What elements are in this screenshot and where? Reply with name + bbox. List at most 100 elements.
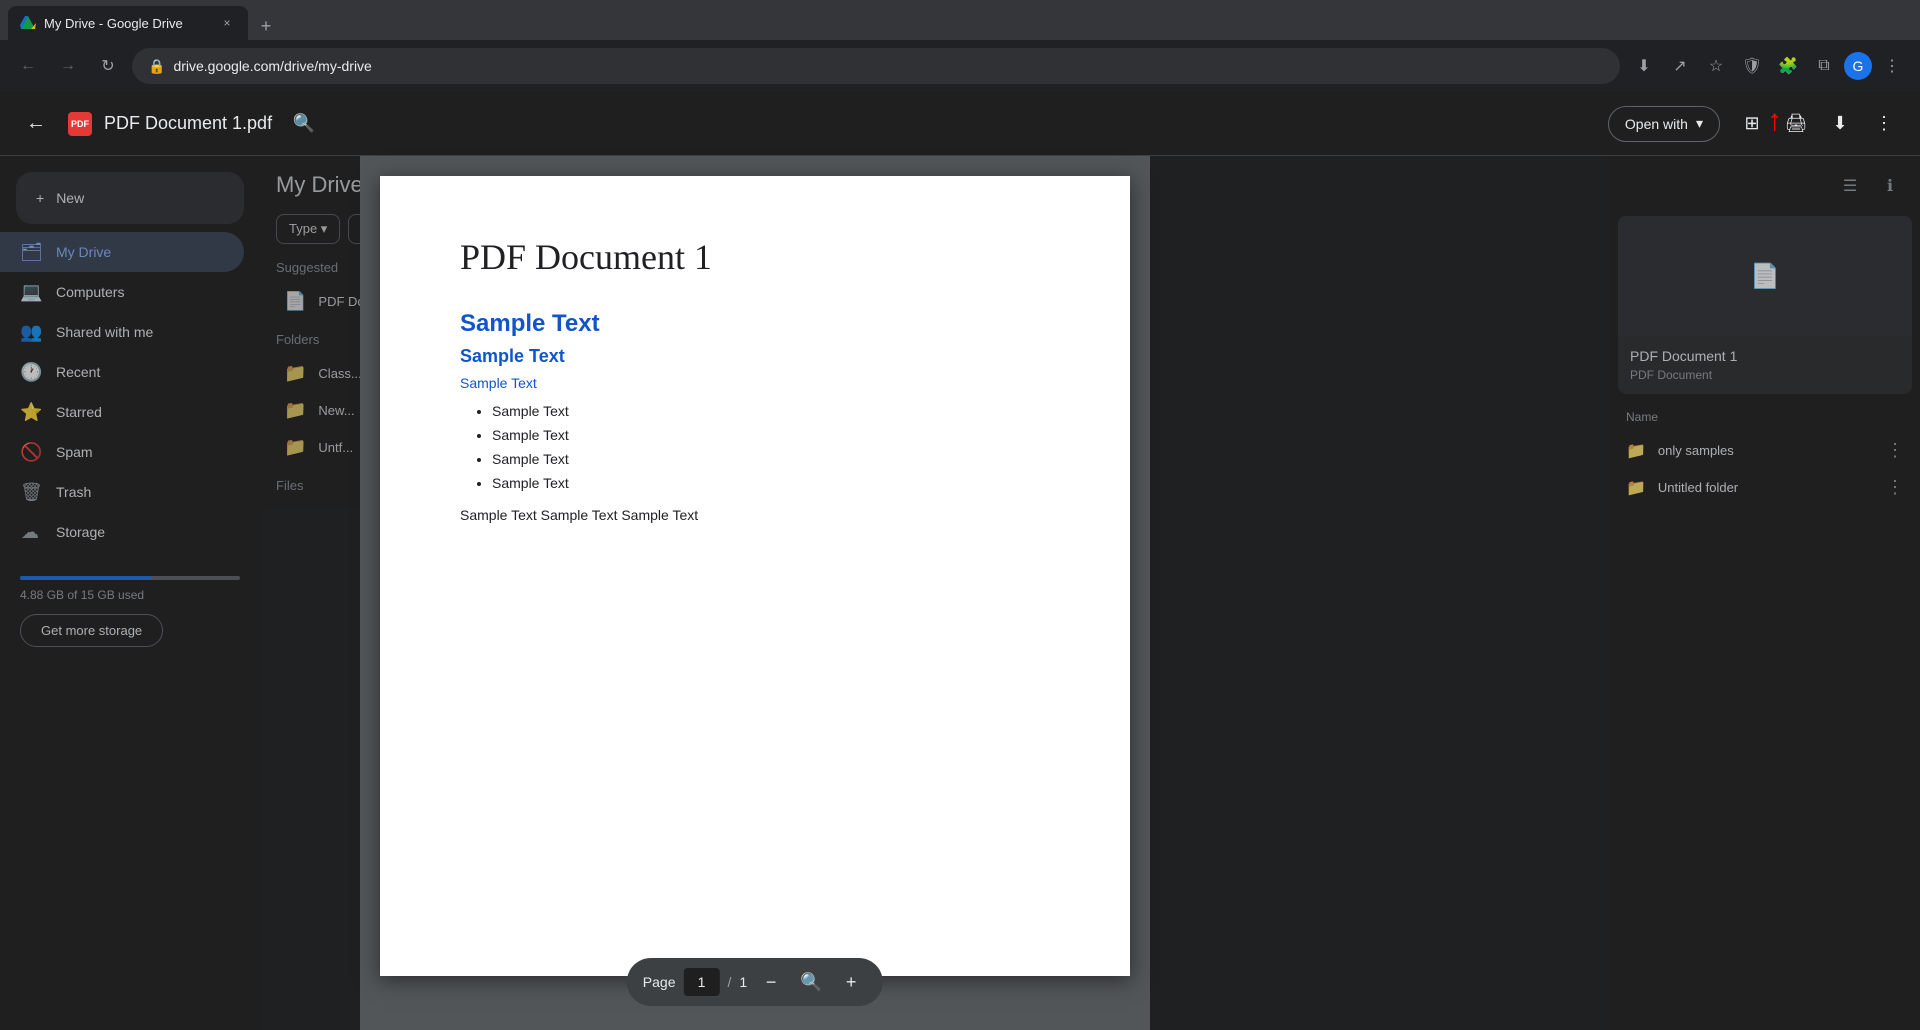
file-card-preview: 📄 <box>1618 216 1912 336</box>
pdf-viewer: PDF Document 1 Sample Text Sample Text S… <box>360 156 1150 1030</box>
lock-icon: 🔒 <box>148 58 165 75</box>
file-card-name: PDF Document 1 <box>1630 348 1900 364</box>
extensions-icon[interactable]: 🧩 <box>1772 50 1804 82</box>
sidebar-label-recent: Recent <box>56 364 100 380</box>
folder-icon-1: 📁 <box>284 363 306 384</box>
storage-text: 4.88 GB of 15 GB used <box>20 588 240 602</box>
right-folder-1[interactable]: 📁 only samples ⋮ <box>1618 432 1912 469</box>
list-item: Sample Text <box>492 427 1050 443</box>
folder-name-1: Class... <box>318 366 361 381</box>
trash-icon: 🗑 <box>20 482 40 503</box>
more-options-button[interactable]: ⋮ <box>1864 104 1904 144</box>
app-bar-actions: ⊞ 🖨 ⬇ ⋮ <box>1732 104 1904 144</box>
new-tab-button[interactable]: + <box>252 12 280 40</box>
right-folder-icon-2: 📁 <box>1626 478 1646 498</box>
spam-icon: 🚫 <box>20 442 40 463</box>
print-button[interactable]: 🖨 <box>1776 104 1816 144</box>
open-with-button[interactable]: Open with ▾ <box>1608 106 1720 142</box>
pdf-heading-1: Sample Text <box>460 310 1050 338</box>
right-folder-name-2: Untitled folder <box>1658 480 1738 495</box>
share-icon[interactable]: ↗ <box>1664 50 1696 82</box>
right-folder-2[interactable]: 📁 Untitled folder ⋮ <box>1618 469 1912 506</box>
right-folders-label: Name <box>1618 406 1912 428</box>
tab-title: My Drive - Google Drive <box>44 16 210 31</box>
preview-pdf-icon: 📄 <box>1750 262 1780 291</box>
file-title: PDF Document 1.pdf <box>104 113 272 134</box>
back-button[interactable]: ← <box>12 50 44 82</box>
browser-chrome: My Drive - Google Drive × + ← → ↻ 🔒 driv… <box>0 0 1920 92</box>
sidebar-item-my-drive[interactable]: 🗂 My Drive <box>0 232 244 272</box>
sidebar-item-computers[interactable]: 💻 Computers <box>0 272 244 312</box>
pdf-list: Sample Text Sample Text Sample Text Samp… <box>492 403 1050 491</box>
sidebar-label-computers: Computers <box>56 284 124 300</box>
shared-icon: 👥 <box>20 322 40 343</box>
sidebar-item-recent[interactable]: 🕐 Recent <box>0 352 244 392</box>
sidebar-item-spam[interactable]: 🚫 Spam <box>0 432 244 472</box>
refresh-button[interactable]: ↻ <box>92 50 124 82</box>
browser-menu-icon[interactable]: ⋮ <box>1876 50 1908 82</box>
open-with-label: Open with <box>1625 116 1688 132</box>
right-folder-more-2[interactable]: ⋮ <box>1886 477 1904 498</box>
sidebar-label-storage: Storage <box>56 524 105 540</box>
right-folder-name-1: only samples <box>1658 443 1734 458</box>
type-filter[interactable]: Type ▾ <box>276 214 340 244</box>
user-avatar[interactable]: G <box>1844 52 1872 80</box>
tab-close-button[interactable]: × <box>218 14 236 32</box>
tab-bar: My Drive - Google Drive × + <box>0 0 1920 40</box>
zoom-out-button[interactable]: − <box>755 966 787 998</box>
page-separator: / <box>728 974 732 990</box>
active-tab[interactable]: My Drive - Google Drive × <box>8 6 248 40</box>
storage-icon: ☁ <box>20 522 40 543</box>
storage-bar <box>20 576 240 580</box>
app-bar: ← PDF PDF Document 1.pdf 🔍 Open with ▾ ⊞… <box>0 92 1920 156</box>
right-folder-icon-1: 📁 <box>1626 441 1646 461</box>
sidebar-item-starred[interactable]: ⭐ Starred <box>0 392 244 432</box>
chevron-down-icon: ▾ <box>1696 115 1703 132</box>
sidebar-label-trash: Trash <box>56 484 91 500</box>
address-input[interactable]: 🔒 drive.google.com/drive/my-drive <box>132 48 1620 84</box>
browser-toolbar-right: ⬇ ↗ ☆ 🛡 🧩 ⧉ G ⋮ <box>1628 50 1908 82</box>
info-icon[interactable]: ℹ <box>1872 168 1908 204</box>
bookmark-icon[interactable]: ☆ <box>1700 50 1732 82</box>
present-button[interactable]: ⊞ <box>1732 104 1772 144</box>
list-item: Sample Text <box>492 451 1050 467</box>
page-number-input[interactable] <box>684 968 720 996</box>
sidebar-label-starred: Starred <box>56 404 102 420</box>
my-drive-icon: 🗂 <box>20 242 40 263</box>
sidebar-label-spam: Spam <box>56 444 93 460</box>
folder-icon-3: 📁 <box>284 437 306 458</box>
sidebar-label-shared: Shared with me <box>56 324 153 340</box>
file-card-info: PDF Document 1 PDF Document <box>1618 336 1912 394</box>
pdf-body-text: Sample Text Sample Text Sample Text <box>460 507 1050 523</box>
sidebar-label-my-drive: My Drive <box>56 244 111 260</box>
computers-icon: 💻 <box>20 282 40 303</box>
right-folder-more-1[interactable]: ⋮ <box>1886 440 1904 461</box>
zoom-in-button[interactable]: + <box>835 966 867 998</box>
search-button[interactable]: 🔍 <box>284 104 324 144</box>
page-label: Page <box>643 974 676 990</box>
new-button[interactable]: + New <box>16 172 244 224</box>
folder-icon-2: 📁 <box>284 400 306 421</box>
forward-button[interactable]: → <box>52 50 84 82</box>
new-label: New <box>56 190 84 206</box>
sidebar-item-trash[interactable]: 🗑 Trash <box>0 472 244 512</box>
address-text: drive.google.com/drive/my-drive <box>173 58 371 74</box>
list-item: Sample Text <box>492 475 1050 491</box>
folder-name-2: New... <box>318 403 354 418</box>
download-page-icon[interactable]: ⬇ <box>1628 50 1660 82</box>
shield-icon[interactable]: 🛡 <box>1736 50 1768 82</box>
download-button[interactable]: ⬇ <box>1820 104 1860 144</box>
split-view-icon[interactable]: ⧉ <box>1808 50 1840 82</box>
sidebar-item-shared[interactable]: 👥 Shared with me <box>0 312 244 352</box>
address-bar: ← → ↻ 🔒 drive.google.com/drive/my-drive … <box>0 40 1920 92</box>
sidebar-item-storage[interactable]: ☁ Storage <box>0 512 244 552</box>
pdf-favicon: PDF <box>68 112 92 136</box>
pdf-page: PDF Document 1 Sample Text Sample Text S… <box>380 176 1130 976</box>
list-view-icon[interactable]: ☰ <box>1832 168 1868 204</box>
file-card: 📄 PDF Document 1 PDF Document <box>1618 216 1912 394</box>
get-storage-button[interactable]: Get more storage <box>20 614 163 647</box>
back-to-drive-button[interactable]: ← <box>16 104 56 144</box>
starred-icon: ⭐ <box>20 402 40 423</box>
tab-favicon <box>20 15 36 31</box>
storage-fill <box>20 576 152 580</box>
